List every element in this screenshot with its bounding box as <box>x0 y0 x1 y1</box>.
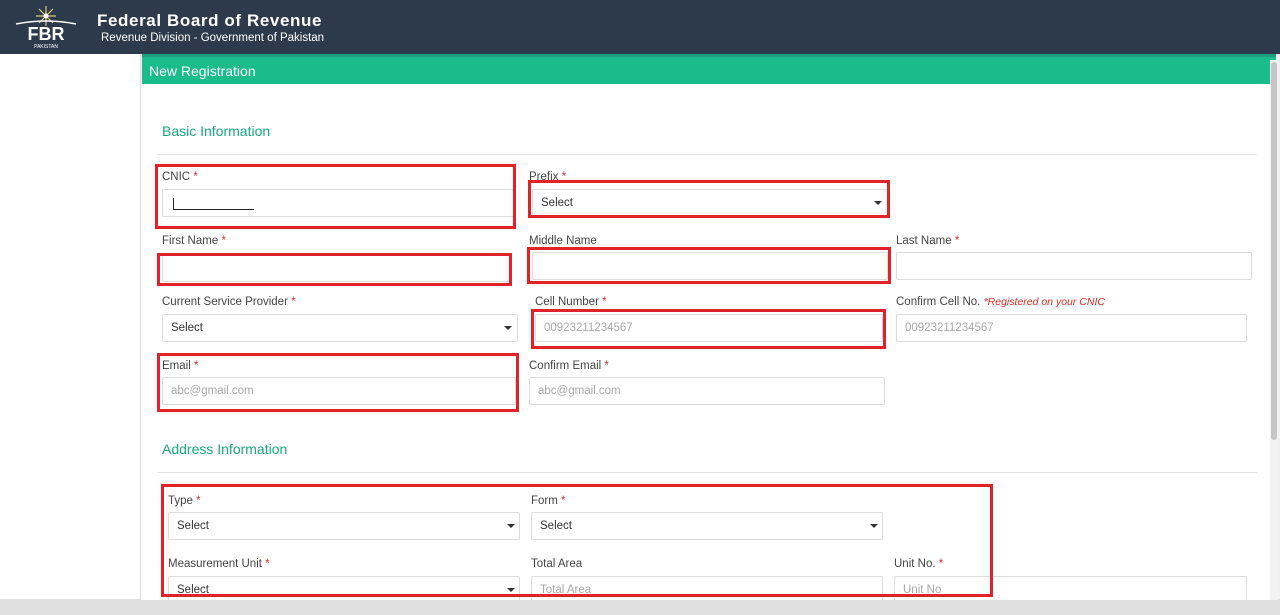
last-name-input[interactable] <box>896 252 1252 280</box>
highlight-middle-name <box>527 247 891 284</box>
service-provider-select[interactable]: Select <box>162 314 518 342</box>
confirm-email-input[interactable]: abc@gmail.com <box>529 377 885 405</box>
service-provider-label: Current Service Provider * <box>162 296 296 308</box>
address-info-title: Address Information <box>162 441 288 457</box>
middle-name-label: Middle Name <box>529 235 597 247</box>
site-subtitle: Revenue Division - Government of Pakista… <box>101 32 325 44</box>
basic-info-title: Basic Information <box>162 123 271 139</box>
bottom-strip <box>0 599 1280 615</box>
site-title: Federal Board of Revenue <box>97 11 323 30</box>
confirm-cell-input[interactable]: 00923211234567 <box>896 314 1247 342</box>
first-name-label: First Name * <box>162 235 226 247</box>
card-title: New Registration <box>149 63 256 79</box>
highlight-prefix <box>528 180 890 218</box>
top-bar: FBR PAKISTAN Federal Board of Revenue Re… <box>0 0 1280 54</box>
highlight-cnic <box>155 164 516 229</box>
chevron-down-icon <box>504 326 512 330</box>
scrollbar-thumb[interactable] <box>1271 62 1277 440</box>
confirm-email-label: Confirm Email * <box>529 360 609 372</box>
address-divider <box>157 472 1257 473</box>
cell-number-label: Cell Number * <box>535 296 607 308</box>
highlight-email <box>157 353 519 412</box>
svg-text:PAKISTAN: PAKISTAN <box>34 44 58 50</box>
left-whitespace <box>0 54 140 599</box>
card-header: New Registration <box>142 54 1276 84</box>
highlight-address <box>161 484 993 597</box>
confirm-cell-label: Confirm Cell No. *Registered on your CNI… <box>896 296 1105 308</box>
fbr-logo-icon: FBR PAKISTAN <box>15 6 77 50</box>
highlight-cell-number <box>531 309 886 349</box>
svg-text:FBR: FBR <box>28 24 65 44</box>
last-name-label: Last Name * <box>896 235 960 247</box>
basic-divider <box>157 154 1257 155</box>
highlight-first-name <box>157 253 512 286</box>
